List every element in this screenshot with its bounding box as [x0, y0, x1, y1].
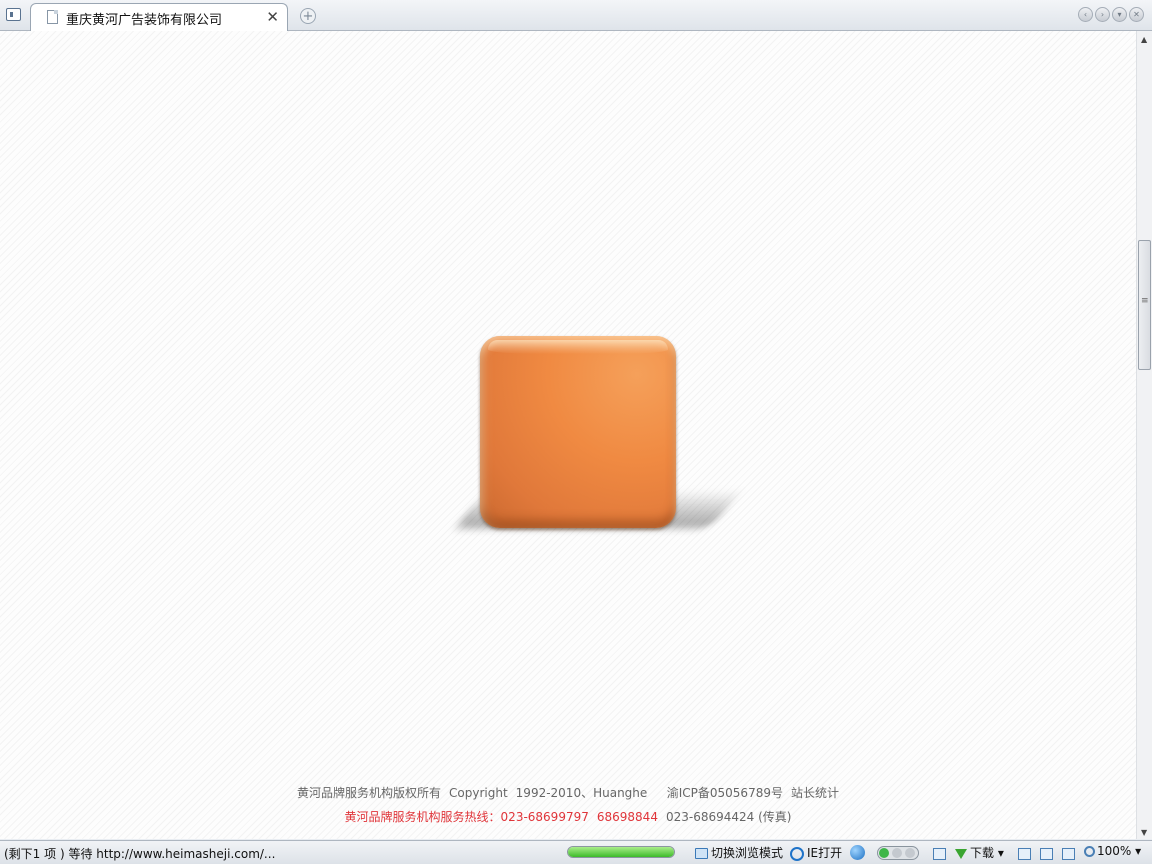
zoom-icon	[1084, 846, 1095, 857]
switch-mode-button[interactable]: 切换浏览模式	[695, 844, 783, 861]
hotline-secondary: 68698844	[596, 810, 658, 824]
screen-icon[interactable]	[1040, 846, 1053, 860]
ie-open-label: IE打开	[807, 846, 843, 860]
scroll-thumb[interactable]	[1138, 240, 1151, 370]
volume-icon[interactable]	[1062, 846, 1075, 860]
folder-icon	[695, 848, 708, 859]
scroll-down-icon[interactable]: ▼	[1141, 828, 1147, 837]
window-controls: ‹ › ▾ ✕	[1078, 7, 1144, 22]
window-close-icon[interactable]: ✕	[1129, 7, 1144, 22]
icp-number: 渝ICP备05056789号	[666, 786, 783, 800]
tab-active[interactable]: 重庆黄河广告装饰有限公司 ✕	[30, 3, 288, 31]
bookmark-icon[interactable]	[1018, 846, 1031, 860]
close-icon[interactable]: ✕	[266, 8, 279, 26]
copyright-owner: 黄河品牌服务机构版权所有	[297, 786, 442, 800]
hotline-primary: 黄河品牌服务机构服务热线：023-68699797	[344, 810, 589, 824]
ie-open-button[interactable]: IE打开	[790, 844, 842, 861]
copyright-years: 1992-2010、Huanghe	[515, 786, 648, 800]
download-icon	[955, 848, 967, 859]
page-icon	[47, 10, 58, 24]
brand-logo[interactable]	[480, 336, 676, 528]
status-bar: (剩下1 项 ) 等待 http://www.heimasheji.com/..…	[0, 840, 1152, 864]
back-icon[interactable]: ‹	[1078, 7, 1093, 22]
toggle-icon[interactable]	[877, 845, 919, 860]
download-label: 下载	[970, 846, 995, 860]
status-text: (剩下1 项 ) 等待 http://www.heimasheji.com/..…	[4, 847, 276, 861]
vertical-scrollbar[interactable]: ▲ ▼	[1136, 31, 1152, 839]
loading-progress	[567, 846, 675, 858]
plus-icon[interactable]: +	[300, 8, 316, 24]
fax-number: 023-68694424 (传真)	[665, 810, 792, 824]
window-icon[interactable]	[933, 846, 946, 860]
footer-copyright: 黄河品牌服务机构版权所有 Copyright 1992-2010、Huanghe 渝…	[0, 784, 1136, 801]
menu-icon[interactable]: ▾	[1112, 7, 1127, 22]
stats-link[interactable]: 站长统计	[791, 786, 839, 800]
tab-title: 重庆黄河广告装饰有限公司	[66, 13, 223, 28]
switch-mode-label: 切换浏览模式	[711, 846, 784, 860]
forward-icon[interactable]: ›	[1095, 7, 1110, 22]
footer-hotline: 黄河品牌服务机构服务热线：023-68699797 68698844 023-686…	[0, 808, 1136, 825]
tab-bar: 重庆黄河广告装饰有限公司 ✕ + ‹ › ▾ ✕	[0, 0, 1152, 31]
ie-icon	[790, 846, 804, 861]
sidebar-icon[interactable]	[6, 8, 21, 21]
progress-fill	[568, 847, 674, 857]
zoom-dropdown-icon: ▾	[1135, 844, 1142, 858]
download-dropdown-icon: ▾	[997, 846, 1004, 860]
download-button[interactable]: 下载 ▾	[955, 844, 1004, 861]
copyright-word: Copyright	[449, 786, 508, 800]
scroll-up-icon[interactable]: ▲	[1141, 35, 1147, 44]
zoom-level: 100%	[1097, 844, 1132, 858]
zoom-control[interactable]: 100% ▾	[1084, 844, 1141, 858]
globe-icon[interactable]	[850, 845, 865, 860]
